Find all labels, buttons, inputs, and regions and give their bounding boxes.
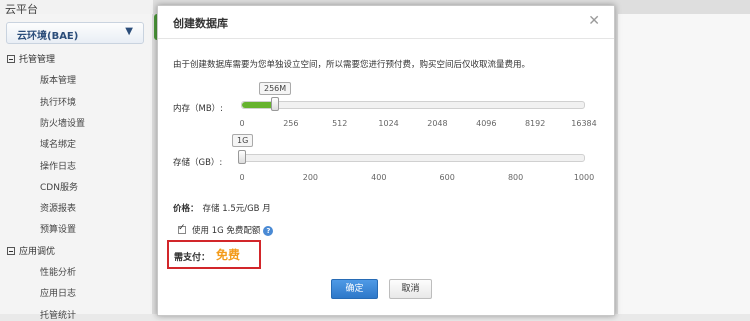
memory-slider-track[interactable] <box>241 101 585 109</box>
tick-label: 1024 <box>378 119 399 128</box>
menu-item[interactable]: 操作日志 <box>40 159 76 172</box>
help-icon[interactable]: ? <box>263 226 274 236</box>
right-pane <box>618 14 750 314</box>
payment-value: 免费 <box>216 248 241 262</box>
tick-label: 2048 <box>427 119 448 128</box>
confirm-button[interactable]: 确定 <box>331 279 378 299</box>
tick-label: 0 <box>239 119 245 128</box>
payment-box: 需支付： 免费 <box>167 240 261 269</box>
memory-label: 内存（MB）: <box>173 104 224 114</box>
menu-item[interactable]: 应用日志 <box>40 286 76 299</box>
tick-label: 0 <box>239 173 245 182</box>
create-database-dialog: 创建数据库 ✕ 由于创建数据库需要为您单独设立空间，所以需要您进行预付费，购买空… <box>157 5 615 316</box>
free-quota-row: 使用 1G 免费配额? <box>178 223 274 236</box>
tick-label: 512 <box>332 119 348 128</box>
tick-label: 4096 <box>476 119 497 128</box>
chevron-down-icon: ▼ <box>125 26 133 37</box>
menu-item[interactable]: CDN服务 <box>40 180 78 193</box>
collapse-icon[interactable] <box>7 55 15 63</box>
payment-label: 需支付： <box>174 253 211 263</box>
menu-group-label: 托管管理 <box>19 55 56 65</box>
prepay-notice: 由于创建数据库需要为您单独设立空间，所以需要您进行预付费，购买空间后仅收取流量费… <box>173 60 531 70</box>
menu-item[interactable]: 执行环境 <box>40 95 76 108</box>
memory-slider-thumb[interactable] <box>271 97 279 111</box>
storage-value-bubble: 1G <box>232 134 254 147</box>
tick-label: 200 <box>302 173 319 182</box>
menu-item[interactable]: 版本管理 <box>40 73 76 86</box>
env-selector[interactable]: 云环境(BAE) ▼ <box>6 22 144 44</box>
menu-group-1[interactable]: 应用调优 <box>7 244 55 257</box>
menu-group-label: 应用调优 <box>19 246 56 257</box>
menu-item[interactable]: 托管统计 <box>40 308 76 321</box>
tick-label: 16384 <box>571 119 597 128</box>
price-row: 价格： 存储 1.5元/GB 月 <box>173 202 271 214</box>
menu-item[interactable]: 资源报表 <box>40 201 76 214</box>
dialog-title: 创建数据库 <box>173 17 228 30</box>
tick-label: 1000 <box>573 173 595 182</box>
menu-item[interactable]: 防火墙设置 <box>40 116 85 129</box>
tick-label: 8192 <box>524 119 546 128</box>
tick-label: 600 <box>439 173 455 182</box>
free-quota-checkbox[interactable] <box>178 223 186 234</box>
menu-item[interactable]: 域名绑定 <box>40 137 76 150</box>
storage-slider-thumb[interactable] <box>238 150 246 164</box>
storage-label: 存储（GB）: <box>173 158 223 168</box>
env-selector-label: 云环境(BAE) <box>17 31 79 42</box>
tick-label: 400 <box>371 173 387 182</box>
storage-slider-track[interactable] <box>241 154 585 162</box>
price-value: 存储 1.5元/GB 月 <box>202 204 271 214</box>
cancel-button[interactable]: 取消 <box>389 279 432 299</box>
free-quota-label: 使用 1G 免费配额 <box>192 226 261 236</box>
tick-label: 256 <box>283 119 299 128</box>
dialog-header: 创建数据库 ✕ <box>158 6 614 39</box>
menu-group-0[interactable]: 托管管理 <box>7 52 55 65</box>
close-icon[interactable]: ✕ <box>588 13 600 29</box>
collapse-icon[interactable] <box>7 246 15 255</box>
menu-item[interactable]: 性能分析 <box>40 265 76 278</box>
tick-label: 800 <box>507 173 524 182</box>
menu-item[interactable]: 预算设置 <box>40 222 76 235</box>
price-label: 价格： <box>173 204 199 214</box>
memory-value-bubble: 256M <box>259 82 292 95</box>
